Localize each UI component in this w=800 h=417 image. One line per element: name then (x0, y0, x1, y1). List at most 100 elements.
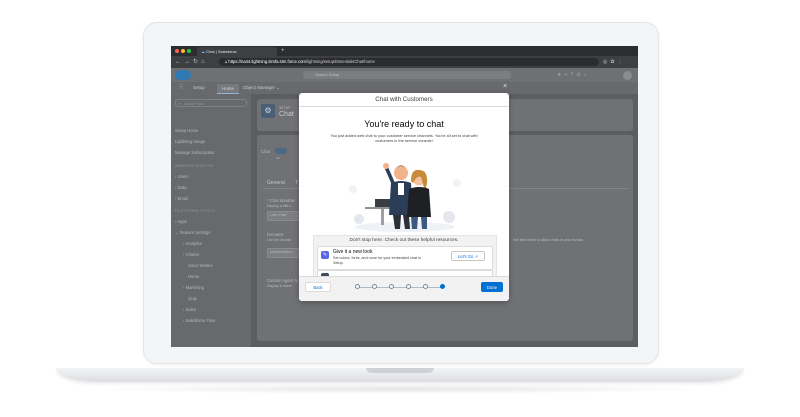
window-maximize-icon[interactable] (187, 49, 191, 53)
chevron-right-icon: › (183, 318, 185, 323)
resources-title: Don't stop here. Check out these helpful… (349, 238, 459, 243)
illustration-woman-body (407, 187, 431, 217)
modal-title: You're ready to chat (364, 119, 444, 129)
cloud-icon: ☁ (201, 49, 205, 54)
sidebar-item-users[interactable]: › Users (175, 174, 189, 179)
window-minimize-icon[interactable] (181, 49, 185, 53)
back-button[interactable]: Back (305, 282, 331, 292)
progress-step-dot (389, 284, 394, 289)
gear-icon[interactable]: ⚙ (576, 72, 583, 78)
reload-icon[interactable]: ↻ (193, 59, 201, 65)
chevron-right-icon: › (175, 185, 177, 190)
sidebar-item-salesforce-files[interactable]: › Salesforce Files (183, 318, 215, 323)
chevron-right-icon: › (175, 174, 177, 179)
illustration-monitor-stand (381, 209, 384, 225)
tab-home[interactable]: Home (217, 84, 239, 94)
tab-object-manager[interactable]: Object Manager ⌄ (243, 82, 280, 94)
tab-object-manager-label: Object Manager (243, 85, 276, 90)
extension-icons: ◎✿⋮ (603, 56, 626, 68)
illustration-plant (443, 211, 455, 223)
resource-description: Set colors, fonts, and more for your emb… (333, 256, 421, 265)
progress-step-dot (355, 284, 360, 289)
browser-tab[interactable]: ☁ Chat | Salesforce (197, 47, 277, 56)
illustration-monitor (375, 199, 391, 207)
window-close-icon[interactable] (175, 49, 179, 53)
app-name: Setup (193, 85, 205, 90)
bell-icon[interactable]: ♪ (584, 72, 590, 78)
sidebar-item-analytics[interactable]: › Analytics (183, 241, 202, 246)
sidebar-item-label: Marketing (185, 285, 204, 290)
sidebar-item-manage-subscription[interactable]: Manage Subscription (175, 150, 214, 155)
sidebar-item-label: Analytics (185, 241, 203, 246)
progress-step-dot (440, 284, 445, 289)
extension-icon[interactable]: ✿ (610, 59, 617, 65)
illustration-man-hand (383, 163, 389, 169)
quick-find-input[interactable]: ⌕ Quick Find (175, 99, 247, 107)
chevron-down-icon: ⌄ (276, 85, 281, 90)
sidebar-item-label: Users (177, 174, 189, 179)
sidebar-item-lightning-usage[interactable]: Lightning Usage (175, 139, 205, 144)
custom-agent-desc: Display a name (267, 284, 292, 288)
sidebar-item-apps[interactable]: › Apps (175, 219, 187, 224)
modal-close-icon[interactable]: × (503, 83, 507, 91)
chevron-right-icon: › (175, 196, 177, 201)
forward-arrow-icon[interactable]: → (184, 59, 193, 65)
sidebar-item-label: Sales (185, 307, 197, 312)
tab-t[interactable]: T (295, 180, 298, 186)
salesforce-logo[interactable] (175, 70, 191, 80)
sidebar-item-label: Feature Settings (179, 230, 211, 235)
domains-help-text: this field blank to allow chats on any d… (513, 238, 585, 242)
lets-go-button[interactable]: Let's Go ↗ (451, 251, 485, 261)
sidebar-item-label: Salesforce Files (185, 318, 216, 323)
modal-header: Chat with Customers (299, 93, 509, 107)
page-title: Chat (279, 111, 294, 118)
sidebar-item-sales[interactable]: › Sales (183, 307, 196, 312)
tab-general[interactable]: General (267, 180, 285, 186)
resource-title: Give it a new look (333, 249, 373, 255)
done-button[interactable]: Done (481, 282, 503, 292)
sidebar-item-marketing[interactable]: › Marketing (183, 285, 204, 290)
app-launcher-icon[interactable]: ⠿ (179, 84, 183, 92)
avatar[interactable] (623, 71, 632, 80)
chat-toggle-state: On (276, 156, 281, 160)
sidebar-item-quip[interactable]: Quip (188, 296, 197, 301)
illustration-man-shirt (398, 183, 404, 195)
search-icon: ⌕ (178, 101, 181, 106)
back-arrow-icon[interactable]: ← (175, 59, 184, 65)
chevron-down-icon: ⌄ (175, 230, 179, 235)
gear-icon: ⚙ (261, 104, 275, 118)
chevron-right-icon: › (183, 285, 185, 290)
setup-search-input[interactable]: Search Setup (303, 71, 511, 79)
new-tab-button[interactable]: + (281, 47, 285, 55)
sidebar-item-home[interactable]: Home (188, 274, 199, 279)
sidebar-item-feature-settings[interactable]: ⌄ Feature Settings (175, 230, 210, 235)
lets-go-label: Let's Go (457, 254, 474, 259)
chat-window-desc: Display a title o (267, 204, 292, 208)
sidebar-item-label: Chatter (185, 252, 200, 257)
sidebar-item-data[interactable]: › Data (175, 185, 186, 190)
illustration-bubble (453, 179, 461, 187)
browser-nav-icons: ←→↻⌂ (175, 56, 208, 68)
home-icon[interactable]: ⌂ (201, 59, 208, 65)
sidebar-item-cisco-webex[interactable]: Cisco Webex (188, 263, 213, 268)
chat-agents-illustration (349, 163, 461, 232)
illustration-man-arm (385, 167, 395, 185)
url-host: na44.lightning.stmfa.stm.force.com (240, 59, 306, 64)
url-bar[interactable]: 🔒︎ https://na44.lightning.stmfa.stm.forc… (219, 58, 599, 66)
chat-window-value: Live Chat (270, 213, 287, 217)
sidebar-item-setup-home[interactable]: Setup Home (175, 128, 198, 133)
url-prefix: https:// (228, 59, 241, 64)
sidebar-item-email[interactable]: › Email (175, 196, 188, 201)
external-link-icon: ↗ (474, 254, 479, 259)
quick-find-placeholder: Quick Find (184, 101, 204, 106)
progress-step-dot (406, 284, 411, 289)
chat-toggle[interactable] (275, 148, 287, 154)
illustration-plant (354, 214, 364, 224)
progress-track (355, 287, 443, 288)
chat-toggle-label: Chat (261, 149, 270, 154)
illustration-man-head (394, 166, 408, 180)
laptop-screen: ☁ Chat | Salesforce + ←→↻⌂ 🔒︎ https://na… (171, 46, 638, 347)
sidebar-item-chatter[interactable]: › Chatter (183, 252, 199, 257)
menu-dots-icon[interactable]: ⋮ (618, 59, 626, 65)
browser-tab-title: Chat | Salesforce (206, 49, 237, 54)
